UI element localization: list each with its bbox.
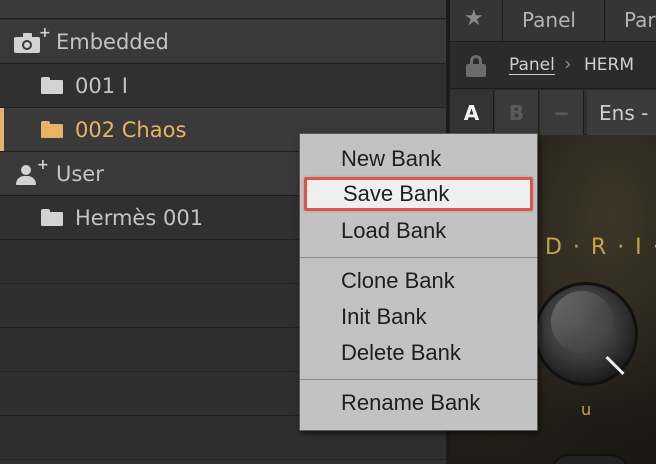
user-plus-icon: + xyxy=(16,157,49,185)
menu-item-delete-bank[interactable]: Delete Bank xyxy=(300,336,537,370)
section-embedded[interactable]: + Embedded xyxy=(0,20,446,64)
ab-compare-bar: A B − Ens - xyxy=(450,90,656,135)
drive-knob[interactable] xyxy=(534,282,638,386)
menu-item-clone-bank[interactable]: Clone Bank xyxy=(300,264,537,298)
selection-indicator xyxy=(0,108,4,151)
b-button[interactable]: B xyxy=(495,90,539,135)
lock-icon[interactable] xyxy=(466,55,486,77)
tab-par[interactable]: Par xyxy=(624,8,656,32)
section-label: Embedded xyxy=(56,29,169,54)
bank-label: 002 Chaos xyxy=(75,117,187,142)
folder-icon xyxy=(41,209,63,226)
section-label: User xyxy=(56,161,104,186)
breadcrumb-panel[interactable]: Panel xyxy=(509,55,555,75)
breadcrumb: Panel › HERM xyxy=(450,43,656,89)
bank-context-menu: New Bank Save Bank Load Bank Clone Bank … xyxy=(299,133,538,431)
knob-pointer xyxy=(605,355,625,376)
menu-item-save-bank[interactable]: Save Bank xyxy=(304,177,533,211)
chevron-right-icon: › xyxy=(564,53,572,75)
menu-item-init-bank[interactable]: Init Bank xyxy=(300,300,537,334)
tab-separator xyxy=(502,0,503,42)
a-button[interactable]: A xyxy=(450,90,494,135)
menu-item-load-bank[interactable]: Load Bank xyxy=(300,214,537,248)
folder-icon xyxy=(41,121,63,138)
bank-item-001[interactable]: 001 I xyxy=(0,64,446,108)
folder-icon xyxy=(41,77,63,94)
minus-button[interactable]: − xyxy=(540,90,584,135)
bank-label: 001 I xyxy=(75,73,128,98)
preset-name[interactable]: Ens - xyxy=(587,90,656,135)
menu-separator xyxy=(300,257,537,258)
browser-top-row xyxy=(0,0,446,19)
menu-separator xyxy=(300,379,537,380)
tab-separator xyxy=(604,0,605,42)
drive-label: D · R · I · xyxy=(545,235,656,260)
panel-tab-bar: ★ Panel Par xyxy=(450,0,656,42)
bank-label: Hermès 001 xyxy=(75,205,204,230)
knob-caption: u xyxy=(581,400,592,419)
breadcrumb-current: HERM xyxy=(584,55,635,75)
menu-item-new-bank[interactable]: New Bank xyxy=(300,142,537,176)
tab-panel[interactable]: Panel xyxy=(522,8,576,32)
camera-plus-icon: + xyxy=(14,25,51,53)
secondary-knob[interactable] xyxy=(550,454,630,464)
star-icon[interactable]: ★ xyxy=(464,6,484,31)
menu-item-rename-bank[interactable]: Rename Bank xyxy=(300,386,537,420)
